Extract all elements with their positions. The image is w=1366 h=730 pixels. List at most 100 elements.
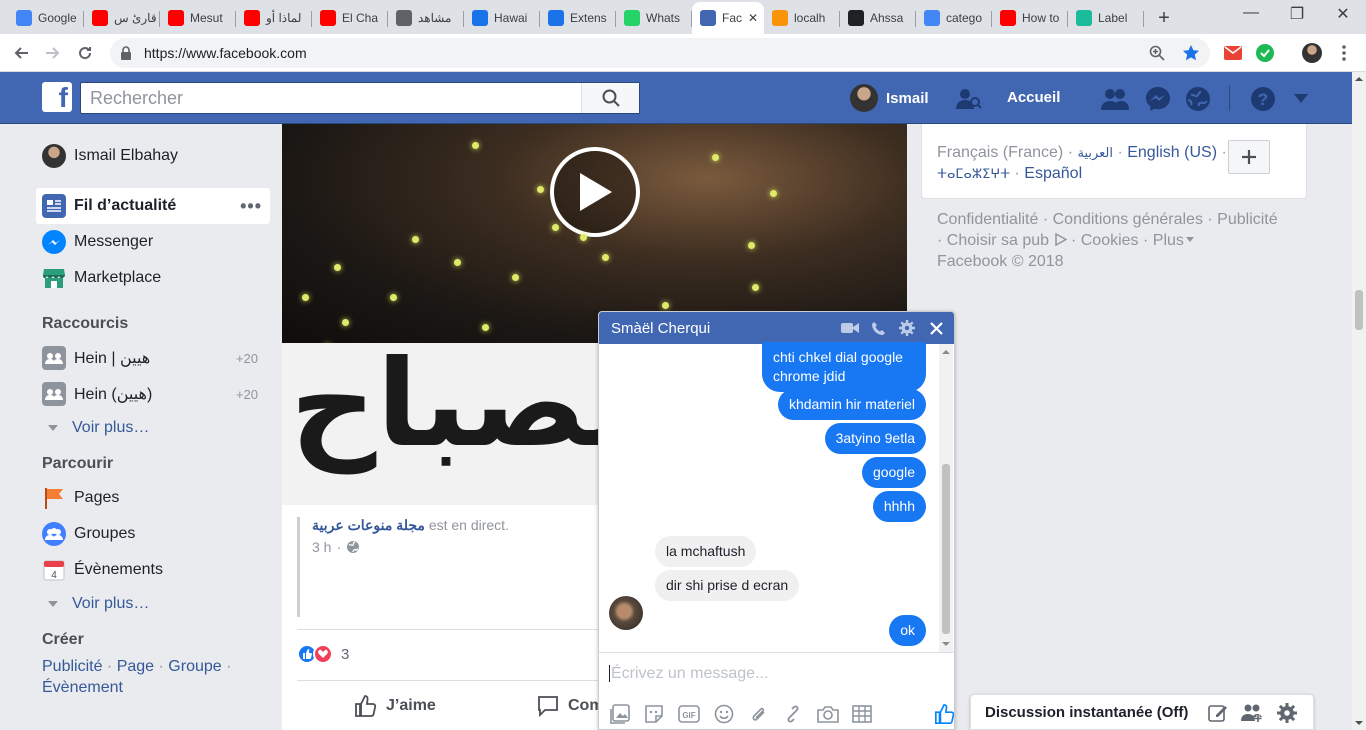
page-name-link[interactable]: مجلة منوعات عربية <box>312 517 425 533</box>
sidebar-item-shortcut[interactable]: Hein (هيين) +20 <box>36 376 270 412</box>
gmail-icon[interactable] <box>1223 43 1243 63</box>
terms-link[interactable]: Conditions générales <box>1053 211 1203 228</box>
browser-tab[interactable]: Ahssa <box>840 4 916 32</box>
browser-tab[interactable]: Fac ✕ <box>692 2 764 34</box>
browser-tab[interactable]: Mesut <box>160 4 236 32</box>
create-page-link[interactable]: Page <box>117 658 154 675</box>
chat-sidebar-toggle[interactable]: Discussion instantanée (Off) <box>970 694 1314 730</box>
message-bubble-sent[interactable]: google <box>861 457 926 488</box>
message-bubble-sent[interactable]: 3atyino 9etla <box>824 423 926 454</box>
star-icon[interactable] <box>1181 43 1201 63</box>
more-link[interactable]: Plus <box>1153 232 1184 249</box>
address-bar[interactable]: https://www.facebook.com <box>110 38 1210 68</box>
zoom-icon[interactable] <box>1147 43 1167 63</box>
reactions-summary[interactable]: 3 <box>297 644 349 664</box>
message-bubble-received[interactable]: dir shi prise d ecran <box>655 570 800 601</box>
browser-tab[interactable]: قارئ س <box>84 4 160 32</box>
new-tab-button[interactable]: + <box>1152 6 1176 30</box>
close-icon[interactable] <box>927 319 945 337</box>
chat-contact-name[interactable]: Smàël Cherqui <box>611 320 710 337</box>
emoji-icon[interactable] <box>713 703 735 725</box>
home-link[interactable]: Accueil <box>1007 89 1060 106</box>
create-event-link[interactable]: Évènement <box>42 679 123 696</box>
browser-tab[interactable]: El Cha <box>312 4 388 32</box>
gear-icon[interactable] <box>1276 702 1298 724</box>
messenger-icon[interactable] <box>1144 86 1172 112</box>
table-icon[interactable] <box>852 703 874 725</box>
gif-icon[interactable]: GIF <box>678 703 700 725</box>
maximize-window-button[interactable]: ❐ <box>1274 4 1320 24</box>
sidebar-item-shortcut[interactable]: Hein | هيين +20 <box>36 340 270 376</box>
browser-tab[interactable]: لماذا أو <box>236 4 312 32</box>
message-bubble-received[interactable]: la mchaftush <box>655 536 757 567</box>
sidebar-item-groups[interactable]: Groupes <box>36 516 270 552</box>
sidebar-item-events[interactable]: 4 Évènements <box>36 552 270 588</box>
language-link[interactable]: ⵜⴰⵎⴰⵣⵉⵖⵜ <box>937 166 1010 181</box>
find-friends-icon[interactable] <box>955 86 983 112</box>
gear-icon[interactable] <box>898 319 916 337</box>
create-group-link[interactable]: Groupe <box>168 658 221 675</box>
message-bubble-sent[interactable]: ok <box>889 615 926 646</box>
sidebar-item-profile[interactable]: Ismail Elbahay <box>36 138 270 174</box>
close-window-button[interactable]: ✕ <box>1320 4 1366 24</box>
browser-tab[interactable]: Google <box>8 4 84 32</box>
video-thumbnail[interactable]: لصباح <box>282 343 612 505</box>
search-input[interactable] <box>81 83 581 113</box>
profile-link[interactable]: Ismail <box>850 84 929 112</box>
minimize-window-button[interactable]: — <box>1228 4 1274 22</box>
scrollbar-thumb[interactable] <box>942 464 950 634</box>
ad-choices-link[interactable]: Choisir sa pub <box>947 232 1049 249</box>
message-bubble-sent[interactable]: khdamin hir materiel <box>777 389 926 420</box>
page-scrollbar[interactable] <box>1352 72 1366 730</box>
browser-tab[interactable]: Whats <box>616 4 692 32</box>
new-message-icon[interactable] <box>1207 702 1229 724</box>
create-ad-link[interactable]: Publicité <box>42 658 102 675</box>
comment-button[interactable]: Com <box>536 694 604 718</box>
sticker-icon[interactable] <box>644 703 666 725</box>
browser-tab[interactable]: Extens <box>540 4 616 32</box>
link-icon[interactable] <box>782 703 804 725</box>
phone-call-icon[interactable] <box>869 319 887 337</box>
sidebar-item-pages[interactable]: Pages <box>36 480 270 516</box>
browser-tab[interactable]: localh <box>764 4 840 32</box>
profile-avatar-icon[interactable] <box>1302 43 1322 63</box>
language-link[interactable]: Español <box>1024 165 1082 182</box>
sidebar-item-messenger[interactable]: Messenger <box>36 224 270 260</box>
scrollbar-thumb[interactable] <box>1355 290 1363 330</box>
search-button[interactable] <box>581 83 639 113</box>
like-button[interactable]: J’aime <box>354 694 436 718</box>
menu-dots-icon[interactable] <box>1334 43 1354 63</box>
notifications-globe-icon[interactable] <box>1184 86 1212 112</box>
check-extension-icon[interactable] <box>1255 43 1275 63</box>
message-bubble-sent[interactable]: chti chkel dial google chrome jdid <box>762 342 926 392</box>
thumbs-up-send-icon[interactable] <box>934 703 954 725</box>
camera-icon[interactable] <box>816 703 839 725</box>
more-dots-icon[interactable]: ••• <box>240 196 262 217</box>
chat-header[interactable]: Smàël Cherqui <box>599 312 954 344</box>
back-button[interactable] <box>10 42 32 64</box>
cookies-link[interactable]: Cookies <box>1081 232 1139 249</box>
browser-tab[interactable]: How to <box>992 4 1068 32</box>
language-link[interactable]: English (US) <box>1127 144 1217 161</box>
sidebar-item-news-feed[interactable]: Fil d’actualité ••• <box>36 188 270 224</box>
sidebar-item-marketplace[interactable]: Marketplace <box>36 260 270 296</box>
new-group-icon[interactable] <box>1241 702 1263 724</box>
message-bubble-sent[interactable]: hhhh <box>872 491 926 522</box>
account-menu-chevron-down-icon[interactable] <box>1287 86 1315 112</box>
browser-tab[interactable]: مشاهد <box>388 4 464 32</box>
attachment-icon[interactable] <box>748 703 770 725</box>
video-call-icon[interactable] <box>841 319 859 337</box>
add-language-button[interactable] <box>1228 140 1270 174</box>
message-input[interactable]: Écrivez un message... <box>599 652 954 696</box>
ads-link[interactable]: Publicité <box>1217 211 1277 228</box>
play-button[interactable] <box>550 147 640 237</box>
facebook-logo-icon[interactable]: f <box>42 82 72 112</box>
post-time[interactable]: 3 h <box>312 539 331 555</box>
reload-button[interactable] <box>74 42 96 64</box>
forward-button[interactable] <box>42 42 64 64</box>
help-icon[interactable]: ? <box>1249 86 1277 112</box>
privacy-link[interactable]: Confidentialité <box>937 211 1038 228</box>
contact-avatar[interactable] <box>609 596 643 630</box>
browser-tab[interactable]: Label <box>1068 4 1144 32</box>
browser-tab[interactable]: Hawai <box>464 4 540 32</box>
